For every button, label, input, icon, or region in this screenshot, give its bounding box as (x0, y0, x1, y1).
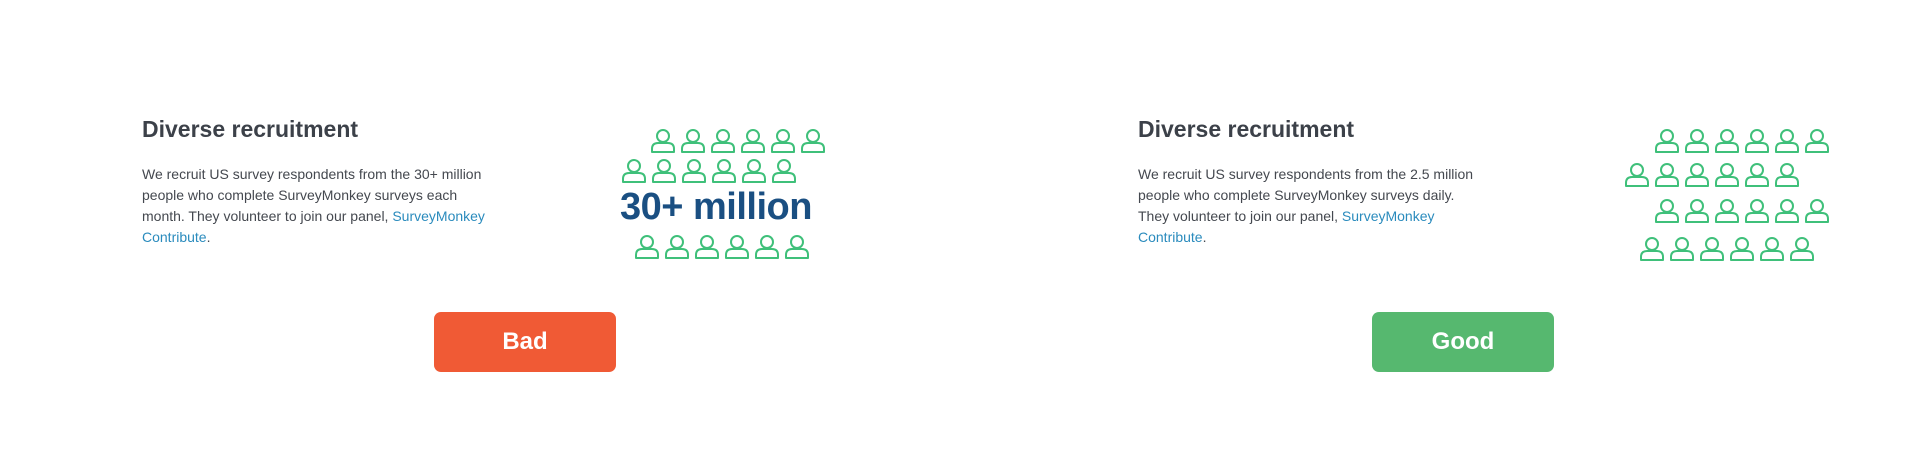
person-icon (725, 235, 749, 259)
good-button[interactable]: Good (1372, 312, 1554, 372)
person-icon (772, 159, 796, 183)
person-icon (755, 235, 779, 259)
person-icon (1790, 237, 1814, 261)
person-icon (1775, 163, 1799, 187)
person-icon (1685, 129, 1709, 153)
person-icon (1745, 163, 1769, 187)
section-description: We recruit US survey respondents from th… (142, 164, 502, 248)
person-icon (1685, 199, 1709, 223)
person-icon (1655, 199, 1679, 223)
person-icon (1730, 237, 1754, 261)
person-icon (652, 159, 676, 183)
person-icon (1700, 237, 1724, 261)
person-icon (1745, 129, 1769, 153)
person-icon (681, 129, 705, 153)
person-icon (1670, 237, 1694, 261)
person-icon (785, 235, 809, 259)
respondent-stat: 30+ million (620, 186, 812, 228)
person-icon (695, 235, 719, 259)
bad-button[interactable]: Bad (434, 312, 616, 372)
section-heading: Diverse recruitment (142, 116, 359, 142)
person-icon (801, 129, 825, 153)
person-icon (651, 129, 675, 153)
person-icon (682, 159, 706, 183)
person-icon (1805, 129, 1829, 153)
person-icon (711, 129, 735, 153)
person-icon (1715, 199, 1739, 223)
description-suffix: . (1202, 229, 1207, 245)
person-icon (1655, 129, 1679, 153)
person-icon (771, 129, 795, 153)
person-icon (1805, 199, 1829, 223)
person-icon (1625, 163, 1649, 187)
person-icon (1685, 163, 1709, 187)
good-example-panel: Diverse recruitment We recruit US survey… (960, 0, 1920, 472)
person-icon (1745, 199, 1769, 223)
person-icon (1655, 163, 1679, 187)
person-icon (1715, 129, 1739, 153)
person-icon (665, 235, 689, 259)
section-heading: Diverse recruitment (1138, 116, 1355, 142)
person-icon (1760, 237, 1784, 261)
person-icon (635, 235, 659, 259)
person-icon (741, 129, 765, 153)
person-icon (1640, 237, 1664, 261)
description-suffix: . (206, 229, 211, 245)
person-icon (712, 159, 736, 183)
bad-example-panel: Diverse recruitment We recruit US survey… (0, 0, 960, 472)
people-illustration (1624, 128, 1834, 268)
person-icon (742, 159, 766, 183)
person-icon (1775, 129, 1799, 153)
person-icon (1775, 199, 1799, 223)
section-description: We recruit US survey respondents from th… (1138, 164, 1478, 248)
person-icon (1715, 163, 1739, 187)
person-icon (622, 159, 646, 183)
